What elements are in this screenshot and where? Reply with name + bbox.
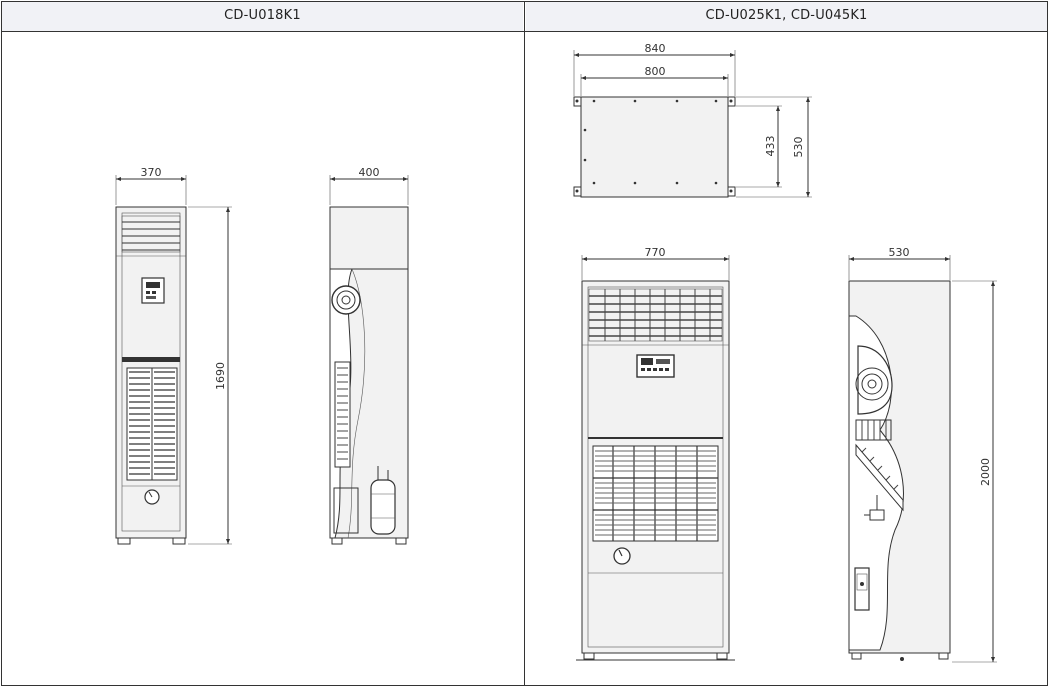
large-front-width-label: 770: [645, 246, 666, 259]
u018-depth-dimension: [329, 175, 409, 205]
large-lower-grille: [592, 445, 719, 542]
u018-width-dimension: [115, 175, 187, 205]
u018-gauge: [144, 489, 160, 505]
top-inner-depth-label: 433: [764, 136, 777, 157]
u018-width-label: 370: [141, 166, 162, 179]
drawing-canvas: 370 1690 400 840 800 433 530 770 530 200…: [1, 1, 1048, 686]
spec-table: CD-U018K1 CD-U025K1, CD-U045K1 370 1690 …: [0, 0, 1049, 688]
u018-side-view: [329, 206, 409, 545]
top-view: [573, 96, 736, 198]
u018-fan: [331, 285, 361, 315]
u018-front-view: [115, 206, 187, 545]
top-outer-width-label: 840: [645, 42, 666, 55]
large-gauge: [613, 547, 631, 565]
u018-control-panel: [141, 277, 165, 304]
top-outer-depth-label: 530: [792, 137, 805, 158]
u018-height-label: 1690: [214, 362, 227, 390]
large-front-view: [576, 280, 735, 661]
large-control-panel: [636, 354, 675, 378]
u018-coil: [334, 361, 351, 468]
large-side-depth-label: 530: [889, 246, 910, 259]
large-side-compressor: [854, 567, 870, 611]
large-height-label: 2000: [979, 458, 992, 486]
top-inner-width-label: 800: [645, 65, 666, 78]
u018-lower-grille: [126, 367, 178, 481]
large-side-view: [848, 280, 951, 661]
u018-depth-label: 400: [359, 166, 380, 179]
